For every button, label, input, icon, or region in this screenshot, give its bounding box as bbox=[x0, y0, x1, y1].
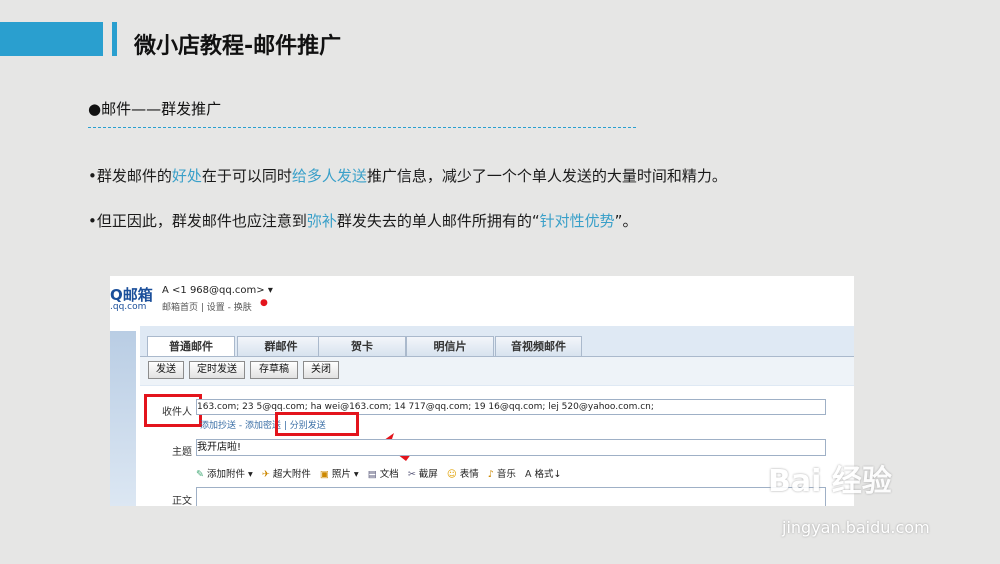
emoji-button[interactable]: 表情 bbox=[460, 469, 479, 480]
account-address[interactable]: A <1 968@qq.com> ▾ bbox=[162, 285, 273, 296]
music-icon: ♪ bbox=[487, 469, 494, 480]
scheduled-send-button[interactable]: 定时发送 bbox=[189, 361, 245, 379]
tab-postcard[interactable]: 明信片 bbox=[406, 336, 494, 357]
mail-topbar: Q邮箱 .qq.com A <1 968@qq.com> ▾ 邮箱首页 | 设置… bbox=[110, 276, 854, 326]
baidu-watermark: Bai 经验 bbox=[768, 456, 892, 500]
compose-toolbar bbox=[140, 356, 854, 385]
attachment-toolbar: ✎ 添加附件 ▾ ✈ 超大附件 ▣ 照片 ▾ ▤ 文档 ✂ 截屏 ☺ 表情 ♪ … bbox=[196, 469, 562, 480]
tab-normal-mail[interactable]: 普通邮件 bbox=[147, 336, 235, 357]
screenshot-icon: ✂ bbox=[407, 469, 416, 480]
photo-button[interactable]: 照片 bbox=[332, 469, 351, 480]
large-attachment-button[interactable]: 超大附件 bbox=[273, 469, 311, 480]
notification-dot-icon: ● bbox=[260, 298, 268, 308]
body-label: 正文 bbox=[172, 496, 192, 506]
tab-group-mail[interactable]: 群邮件 bbox=[237, 336, 325, 357]
format-button[interactable]: 格式 bbox=[535, 469, 554, 480]
save-draft-button[interactable]: 存草稿 bbox=[250, 361, 298, 379]
para1-highlight-2: 给多人发送 bbox=[291, 167, 367, 185]
send-button[interactable]: 发送 bbox=[148, 361, 184, 379]
close-button[interactable]: 关闭 bbox=[303, 361, 339, 379]
photo-icon: ▣ bbox=[319, 469, 329, 480]
music-button[interactable]: 音乐 bbox=[497, 469, 516, 480]
add-attachment-button[interactable]: 添加附件 bbox=[207, 469, 245, 480]
tab-greeting-card[interactable]: 贺卡 bbox=[318, 336, 406, 357]
mail-screenshot: Q邮箱 .qq.com A <1 968@qq.com> ▾ 邮箱首页 | 设置… bbox=[110, 276, 854, 506]
large-attachment-icon: ✈ bbox=[261, 469, 270, 480]
paperclip-icon: ✎ bbox=[196, 469, 204, 480]
para2-text-1: •但正因此，群发邮件也应注意到 bbox=[88, 212, 307, 230]
para1-text-2: 在于可以同时 bbox=[201, 167, 292, 185]
para2-highlight-2: 针对性优势 bbox=[539, 212, 615, 230]
document-icon: ▤ bbox=[367, 469, 377, 480]
baidu-watermark-url: jingyan.baidu.com bbox=[782, 518, 930, 537]
left-sidebar bbox=[110, 331, 136, 506]
header-accent-bar bbox=[0, 22, 103, 56]
account-links[interactable]: 邮箱首页 | 设置 - 换肤 bbox=[162, 300, 252, 313]
section-heading: ●邮件——群发推广 bbox=[88, 100, 222, 118]
para2-highlight-1: 弥补 bbox=[306, 212, 337, 230]
paragraph-caution: •但正因此，群发邮件也应注意到弥补群发失去的单人邮件所拥有的“针对性优势”。 bbox=[88, 210, 637, 231]
baidu-logo-text: Bai 经验 bbox=[768, 464, 892, 499]
qq-mail-logo-domain: .qq.com bbox=[110, 302, 147, 312]
para1-highlight-1: 好处 bbox=[171, 167, 202, 185]
screenshot-button[interactable]: 截屏 bbox=[419, 469, 438, 480]
para1-text-3: 推广信息，减少了一个个单人发送的大量时间和精力。 bbox=[366, 167, 727, 185]
header-accent-line bbox=[112, 22, 117, 56]
separate-send-highlight-box bbox=[275, 412, 359, 436]
slide-title: 微小店教程-邮件推广 bbox=[134, 34, 342, 59]
paragraph-benefit: •群发邮件的好处在于可以同时给多人发送推广信息，减少了一个个单人发送的大量时间和… bbox=[88, 165, 727, 186]
section-divider bbox=[88, 127, 636, 128]
tab-video-mail[interactable]: 音视频邮件 bbox=[495, 336, 582, 357]
para1-text-1: •群发邮件的 bbox=[88, 167, 172, 185]
subject-input[interactable]: 我开店啦! bbox=[196, 439, 826, 456]
body-editor[interactable] bbox=[196, 487, 826, 506]
emoji-icon: ☺ bbox=[446, 469, 457, 480]
para2-text-2: 群发失去的单人邮件所拥有的“ bbox=[336, 212, 540, 230]
para2-text-3: ”。 bbox=[614, 212, 638, 230]
document-button[interactable]: 文档 bbox=[380, 469, 399, 480]
recipient-highlight-box bbox=[144, 394, 202, 427]
subject-label: 主题 bbox=[172, 447, 192, 458]
format-icon: A bbox=[524, 469, 532, 480]
